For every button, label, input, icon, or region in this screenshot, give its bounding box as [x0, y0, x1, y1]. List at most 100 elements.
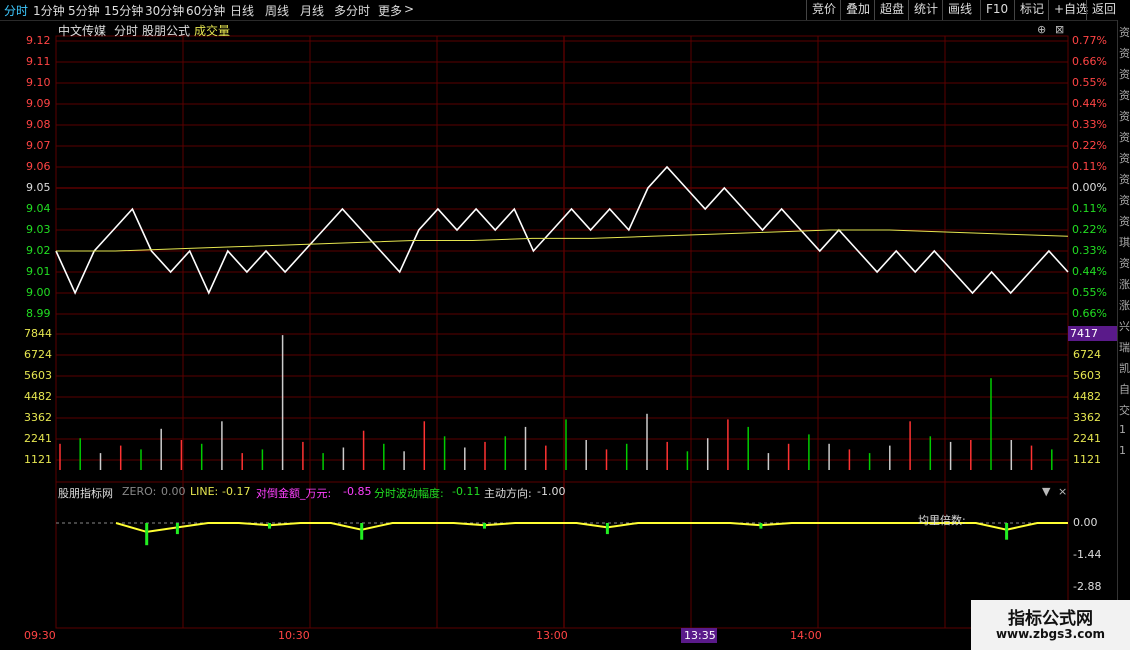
- side-list-char: 资: [1119, 152, 1130, 165]
- volume-tick-label: 4482: [24, 390, 52, 403]
- price-tick-label: 9.03: [26, 223, 51, 236]
- line-value: -0.17: [222, 485, 251, 498]
- side-list-char: 资: [1119, 131, 1130, 144]
- side-list-char: 1: [1119, 444, 1126, 457]
- percent-tick-label: 0.11%: [1072, 202, 1107, 215]
- volume-tick-label: 6724: [24, 348, 52, 361]
- amount-label: 对倒金额_万元:: [256, 487, 332, 500]
- volume-label: 成交量: [194, 24, 231, 38]
- volume-tick-label: 1121: [24, 453, 52, 466]
- percent-tick-label: 0.77%: [1072, 34, 1107, 47]
- side-list-char: 琪: [1119, 236, 1130, 249]
- average-price-line: [56, 229, 1069, 252]
- percent-tick-label: 0.33%: [1072, 118, 1107, 131]
- indicator-tick-1: -1.44: [1073, 548, 1102, 561]
- volume-tick-label: 2241: [24, 432, 52, 445]
- indicator-panel-border: [55, 481, 1069, 629]
- percent-tick-label: 0.44%: [1072, 97, 1107, 110]
- amplitude-value: -0.11: [452, 485, 481, 498]
- cursor-time: 13:35: [684, 629, 716, 642]
- current-volume-badge: 7417: [1068, 326, 1118, 341]
- volume-tick-label: 1121: [1073, 453, 1101, 466]
- line-label: LINE:: [190, 485, 219, 498]
- side-list-char: 资: [1119, 68, 1130, 81]
- price-tick-label: 9.01: [26, 265, 51, 278]
- percent-tick-label: 0.11%: [1072, 160, 1107, 173]
- indicator-tick-2: -2.88: [1073, 580, 1102, 593]
- price-tick-label: 9.12: [26, 34, 51, 47]
- price-tick-label: 9.02: [26, 244, 51, 257]
- side-list-char: 资: [1119, 173, 1130, 186]
- time-label-1300: 13:00: [536, 629, 568, 642]
- cursor-time-badge: 13:35: [681, 628, 717, 643]
- stock-name: 中文传媒: [58, 24, 107, 38]
- current-volume-value: 7417: [1070, 327, 1098, 340]
- price-tick-label: 9.09: [26, 97, 51, 110]
- side-list-char: 资: [1119, 89, 1130, 102]
- side-list-char: 资: [1119, 257, 1130, 270]
- side-list-char: 资: [1119, 194, 1130, 207]
- side-list-char: 资: [1119, 110, 1130, 123]
- time-label-0930: 09:30: [24, 629, 56, 642]
- side-list-char: 资: [1119, 47, 1130, 60]
- zero-value: 0.00: [161, 485, 186, 498]
- price-tick-label: 9.11: [26, 55, 51, 68]
- percent-tick-label: 0.55%: [1072, 76, 1107, 89]
- price-tick-label: 9.08: [26, 118, 51, 131]
- percent-tick-label: 0.00%: [1072, 181, 1107, 194]
- direction-label: 主动方向:: [484, 487, 532, 500]
- percent-tick-label: 0.44%: [1072, 265, 1107, 278]
- percent-tick-label: 0.33%: [1072, 244, 1107, 257]
- main-panel-border: [55, 35, 1069, 483]
- amplitude-label: 分时波动幅度:: [374, 487, 444, 500]
- time-label-1030: 10:30: [278, 629, 310, 642]
- side-list-char: 1: [1119, 423, 1126, 436]
- volume-tick-label: 3362: [1073, 411, 1101, 424]
- price-tick-label: 9.05: [26, 181, 51, 194]
- watermark-url: www.zbgs3.com: [995, 627, 1106, 641]
- percent-tick-label: 0.55%: [1072, 286, 1107, 299]
- price-tick-label: 8.99: [26, 307, 51, 320]
- volume-tick-label: 5603: [1073, 369, 1101, 382]
- percent-tick-label: 0.66%: [1072, 307, 1107, 320]
- chart-mode: 分时: [114, 24, 139, 38]
- side-list-char: 自: [1119, 383, 1130, 396]
- direction-value: -1.00: [537, 485, 566, 498]
- avg-multiple-label: 均里倍数:: [918, 514, 966, 527]
- price-tick-label: 9.06: [26, 160, 51, 173]
- percent-tick-label: 0.22%: [1072, 223, 1107, 236]
- indicator-name: 股朋指标网: [58, 487, 113, 500]
- time-label-1400: 14:00: [790, 629, 822, 642]
- side-list-char: 资: [1119, 26, 1130, 39]
- dropdown-icon[interactable]: ▼: [1042, 485, 1050, 498]
- side-list-char: 交: [1119, 404, 1130, 417]
- volume-tick-label: 3362: [24, 411, 52, 424]
- price-tick-label: 9.10: [26, 76, 51, 89]
- volume-tick-label: 7844: [24, 327, 52, 340]
- percent-tick-label: 0.22%: [1072, 139, 1107, 152]
- price-tick-label: 9.00: [26, 286, 51, 299]
- price-tick-label: 9.04: [26, 202, 51, 215]
- formula-name: 股朋公式: [142, 24, 191, 38]
- indicator-tick-0: 0.00: [1073, 516, 1098, 529]
- zoom-icon[interactable]: ⊕: [1037, 23, 1046, 36]
- side-list-char: 涨: [1119, 299, 1130, 312]
- side-list-char: 凯: [1119, 362, 1130, 375]
- side-list-char: 兴: [1119, 320, 1130, 333]
- price-tick-label: 9.07: [26, 139, 51, 152]
- side-list-char: 瑞: [1119, 341, 1130, 354]
- close-icon[interactable]: ×: [1058, 485, 1067, 498]
- volume-tick-label: 6724: [1073, 348, 1101, 361]
- amount-value: -0.85: [343, 485, 372, 498]
- side-list-char: 资: [1119, 215, 1130, 228]
- watermark-title: 指标公式网: [1008, 609, 1093, 629]
- maximize-icon[interactable]: ⊠: [1055, 23, 1064, 36]
- volume-tick-label: 2241: [1073, 432, 1101, 445]
- zero-label: ZERO:: [122, 485, 157, 498]
- volume-tick-label: 5603: [24, 369, 52, 382]
- site-watermark: 指标公式网 www.zbgs3.com: [971, 600, 1130, 650]
- volume-tick-label: 4482: [1073, 390, 1101, 403]
- side-list-char: 涨: [1119, 278, 1130, 291]
- intraday-chart[interactable]: [0, 0, 1130, 650]
- percent-tick-label: 0.66%: [1072, 55, 1107, 68]
